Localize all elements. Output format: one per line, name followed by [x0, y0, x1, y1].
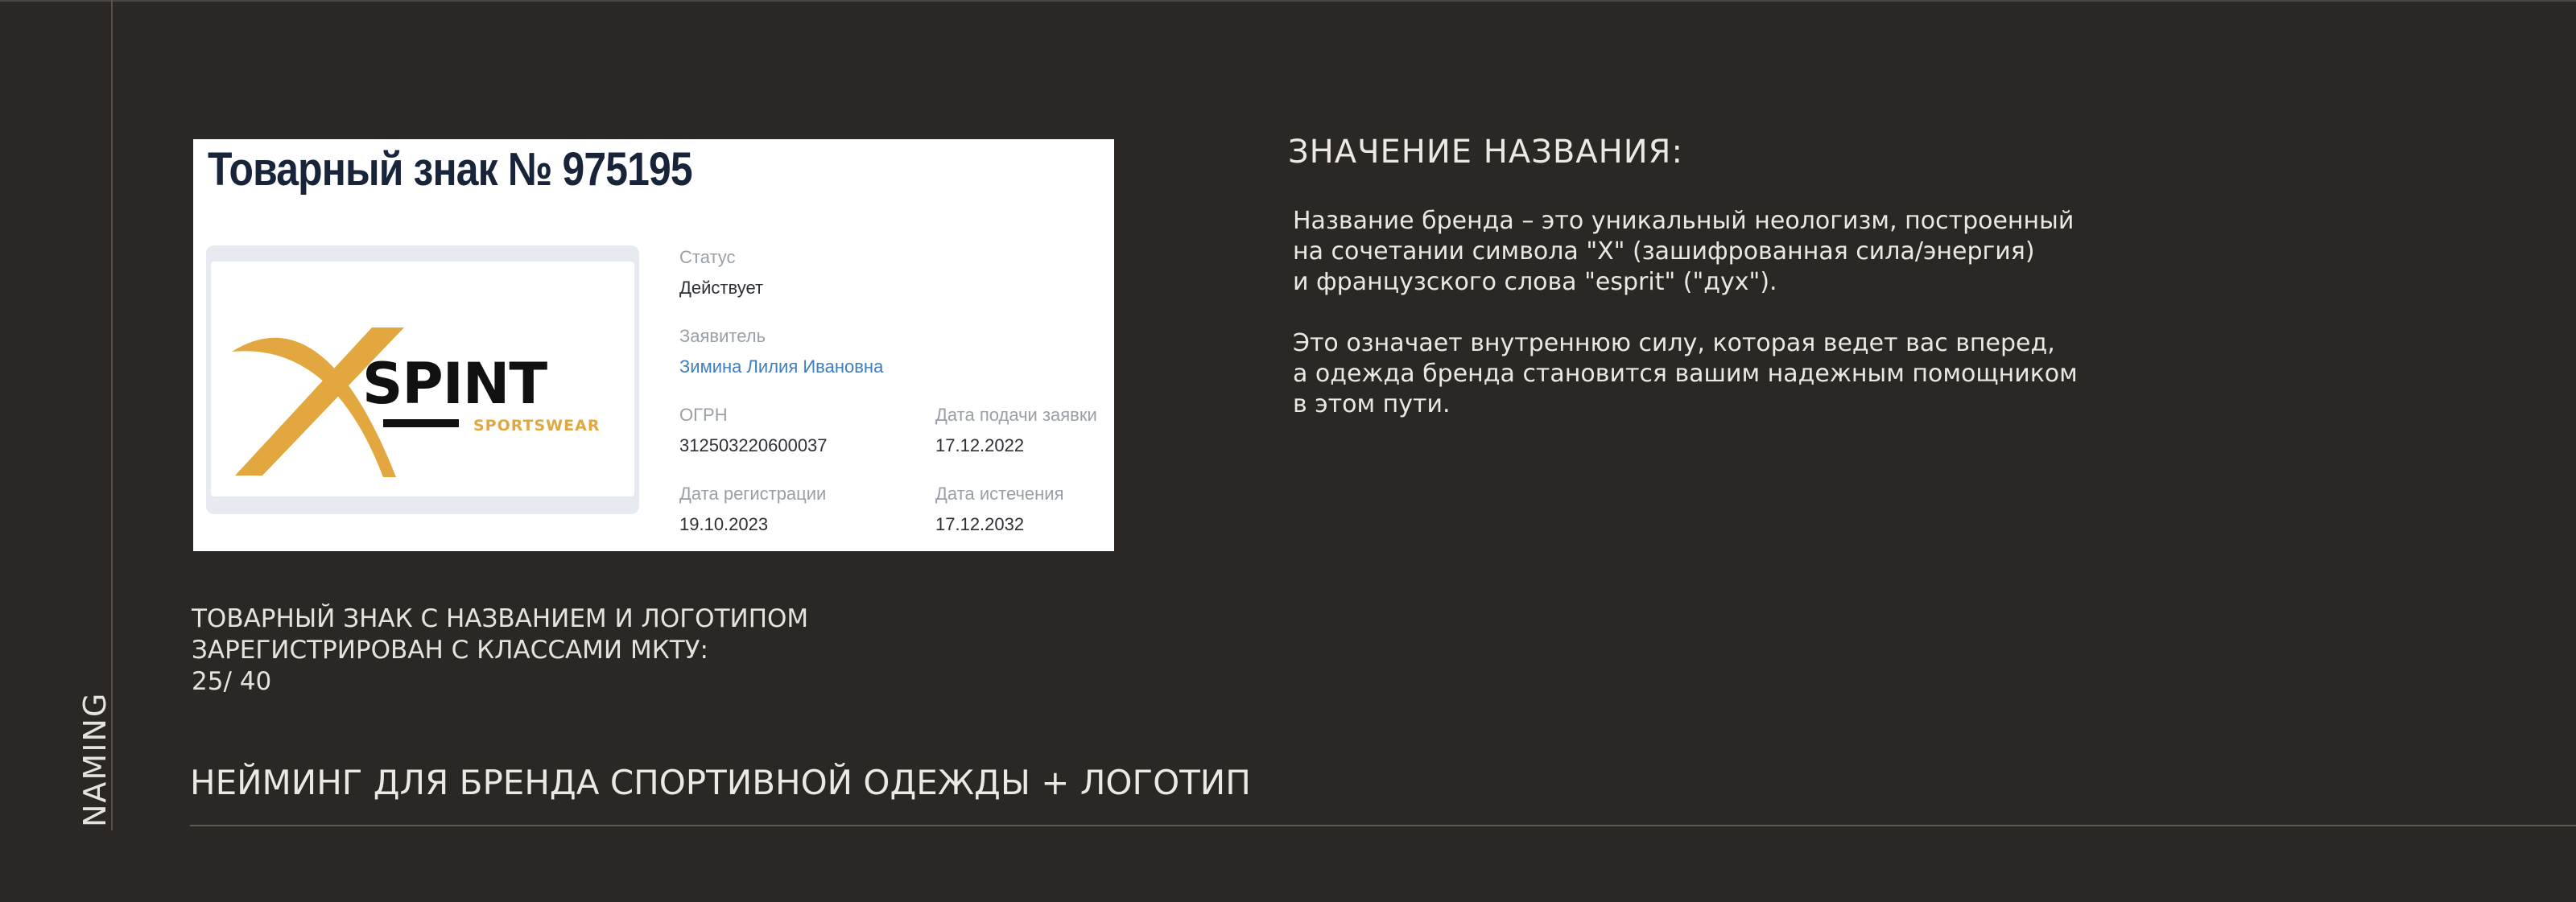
ogrn-value: 312503220600037 — [679, 435, 828, 455]
status-label: Статус — [679, 247, 736, 267]
filing-date-field: Дата подачи заявки 17.12.2022 — [935, 405, 1097, 456]
logo-subtitle: SPORTSWEAR — [473, 417, 600, 435]
filing-date-value: 17.12.2022 — [935, 435, 1025, 455]
logo-underline-bar — [383, 419, 459, 427]
meaning-p1-line-3: и французского слова "esprit" ("дух"). — [1293, 268, 1777, 296]
applicant-label: Заявитель — [679, 326, 766, 346]
applicant-link[interactable]: Зимина Лилия Ивановна — [679, 356, 883, 377]
caption-line-3: 25/ 40 — [192, 667, 272, 696]
ogrn-label: ОГРН — [679, 405, 728, 425]
expiry-date-field: Дата истечения 17.12.2032 — [935, 484, 1064, 535]
applicant-field: Заявитель Зимина Лилия Ивановна — [679, 326, 883, 377]
meaning-p1-line-1: Название бренда – это уникальный неологи… — [1293, 207, 2074, 235]
logo-wordmark: SPINT — [362, 351, 547, 417]
meaning-text: Название бренда – это уникальный неологи… — [1293, 206, 2078, 420]
meaning-p2-line-3: в этом пути. — [1293, 390, 1451, 418]
expiry-date-value: 17.12.2032 — [935, 514, 1025, 534]
trademark-card: Товарный знак № 975195 SPINT SPORTSWEAR … — [193, 139, 1114, 551]
trademark-caption: ТОВАРНЫЙ ЗНАК С НАЗВАНИЕМ И ЛОГОТИПОМ ЗА… — [192, 603, 808, 698]
status-value: Действует — [679, 278, 764, 298]
caption-line-2: ЗАРЕГИСТРИРОВАН С КЛАССАМИ МКТУ: — [192, 636, 708, 665]
logo-frame: SPINT SPORTSWEAR — [206, 245, 639, 514]
footer-title: НЕЙМИНГ ДЛЯ БРЕНДА СПОРТИВНОЙ ОДЕЖДЫ + Л… — [190, 763, 1251, 802]
meaning-p2-line-1: Это означает внутреннюю силу, которая ве… — [1293, 329, 2055, 357]
meaning-p1-line-2: на сочетании символа "X" (зашифрованная … — [1293, 237, 2035, 266]
registration-date-value: 19.10.2023 — [679, 514, 769, 534]
meaning-p2-line-2: а одежда бренда становится вашим надежны… — [1293, 360, 2078, 388]
top-divider — [0, 0, 2576, 2]
expiry-date-label: Дата истечения — [935, 484, 1064, 504]
caption-line-1: ТОВАРНЫЙ ЗНАК С НАЗВАНИЕМ И ЛОГОТИПОМ — [192, 604, 809, 633]
logo-panel: SPINT SPORTSWEAR — [211, 262, 634, 496]
registration-date-label: Дата регистрации — [679, 484, 827, 504]
footer-divider — [190, 825, 2576, 826]
xspint-logo: SPINT SPORTSWEAR — [232, 327, 600, 477]
status-field: Статус Действует — [679, 247, 763, 299]
ogrn-field: ОГРН 312503220600037 — [679, 405, 828, 456]
registration-date-field: Дата регистрации 19.10.2023 — [679, 484, 826, 535]
filing-date-label: Дата подачи заявки — [935, 405, 1097, 425]
side-label: NAMING — [77, 691, 113, 827]
meaning-title: ЗНАЧЕНИЕ НАЗВАНИЯ: — [1288, 134, 1683, 171]
trademark-title: Товарный знак № 975195 — [208, 143, 693, 196]
